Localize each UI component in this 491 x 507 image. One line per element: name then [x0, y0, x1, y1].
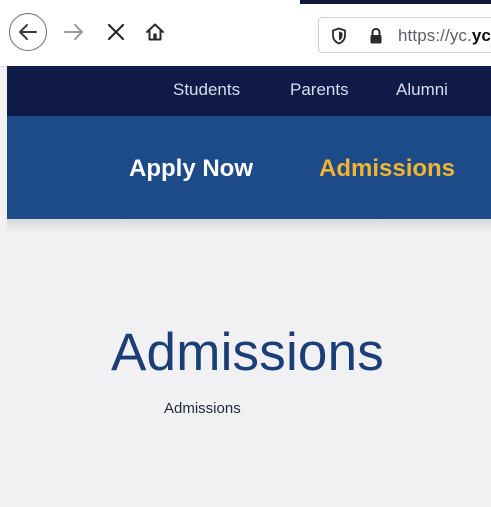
- main-nav: Apply Now Admissions: [7, 116, 491, 219]
- breadcrumb-current: Admissions: [164, 400, 241, 417]
- utility-nav: Students Parents Alumni: [7, 66, 491, 116]
- arrow-left-icon: [18, 23, 38, 41]
- page-header: Admissions Admissions: [7, 219, 491, 507]
- nav-link-students[interactable]: Students: [173, 80, 240, 100]
- browser-toolbar: https://yc.yc: [0, 0, 491, 67]
- close-icon: [107, 23, 125, 41]
- back-button[interactable]: [9, 13, 47, 51]
- url-prefix: https://yc.: [398, 26, 472, 45]
- arrow-right-icon: [63, 23, 85, 41]
- page-title: Admissions: [111, 323, 384, 382]
- shield-icon[interactable]: [331, 27, 347, 50]
- browser-window: https://yc.yc Students Parents Alumni Ap…: [0, 0, 491, 507]
- nav-shadow: [7, 219, 491, 233]
- active-tab-indicator: [300, 0, 491, 4]
- admissions-nav-link[interactable]: Admissions: [319, 155, 455, 183]
- forward-button[interactable]: [57, 15, 91, 49]
- nav-link-alumni[interactable]: Alumni: [396, 80, 448, 100]
- home-icon: [145, 22, 165, 42]
- address-bar[interactable]: https://yc.yc: [318, 17, 491, 53]
- apply-now-link[interactable]: Apply Now: [129, 155, 253, 183]
- url-domain: yc: [471, 26, 491, 45]
- home-button[interactable]: [138, 15, 172, 49]
- lock-icon[interactable]: [368, 27, 384, 50]
- nav-link-parents[interactable]: Parents: [290, 80, 349, 100]
- url-text: https://yc.yc: [398, 26, 491, 46]
- stop-button[interactable]: [99, 15, 133, 49]
